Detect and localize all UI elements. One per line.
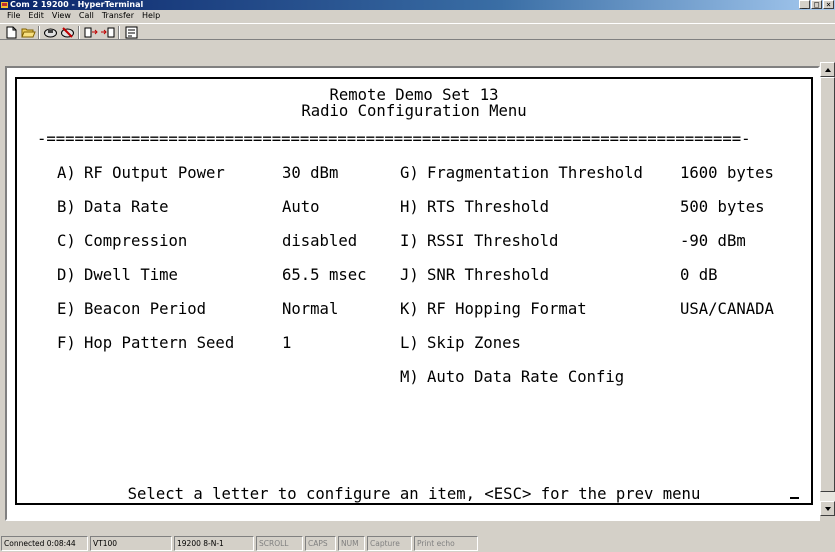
option-m-key: M) xyxy=(400,368,419,386)
num-indicator: NUM xyxy=(338,536,365,551)
option-g-label: Fragmentation Threshold xyxy=(427,164,643,182)
option-l-key: L) xyxy=(400,334,419,352)
option-g-key: G) xyxy=(400,164,419,182)
menu-box: Remote Demo Set 13 Radio Configuration M… xyxy=(15,77,813,505)
option-k-label: RF Hopping Format xyxy=(427,300,587,318)
option-j-label: SNR Threshold xyxy=(427,266,550,284)
scrollbar-thumb[interactable] xyxy=(820,77,835,492)
disconnect-phone-icon[interactable] xyxy=(60,26,75,39)
option-j-key: J) xyxy=(400,266,419,284)
option-f-label: Hop Pattern Seed xyxy=(84,334,235,352)
scroll-indicator: SCROLL xyxy=(256,536,303,551)
option-a-key: A) xyxy=(57,164,76,182)
capture-indicator: Capture xyxy=(367,536,412,551)
option-c-key: C) xyxy=(57,232,76,250)
menu-bar: File Edit View Call Transfer Help xyxy=(0,10,835,22)
option-i-value: -90 dBm xyxy=(680,232,746,250)
option-b-value: Auto xyxy=(282,198,320,216)
receive-file-icon[interactable] xyxy=(100,26,115,39)
toolbar-separator xyxy=(118,26,120,39)
caps-indicator: CAPS xyxy=(305,536,336,551)
option-h-key: H) xyxy=(400,198,419,216)
menu-title: Radio Configuration Menu xyxy=(301,102,527,120)
connect-phone-icon[interactable] xyxy=(43,26,58,39)
menu-view[interactable]: View xyxy=(48,10,75,22)
option-c-label: Compression xyxy=(84,232,188,250)
new-document-icon[interactable] xyxy=(4,26,19,39)
prompt-message: Select a letter to configure an item, <E… xyxy=(127,485,701,503)
option-a-value: 30 dBm xyxy=(282,164,339,182)
scroll-down-button[interactable] xyxy=(820,501,835,516)
option-a-label: RF Output Power xyxy=(84,164,225,182)
option-e-value: Normal xyxy=(282,300,339,318)
menu-transfer[interactable]: Transfer xyxy=(98,10,138,22)
vertical-scrollbar[interactable] xyxy=(820,62,835,516)
terminal-screen[interactable]: Remote Demo Set 13 Radio Configuration M… xyxy=(5,66,820,521)
option-c-value: disabled xyxy=(282,232,358,250)
option-e-label: Beacon Period xyxy=(84,300,207,318)
minimize-button[interactable]: _ xyxy=(799,0,810,9)
window-title: Com 2 19200 - HyperTerminal xyxy=(10,0,144,9)
print-echo-indicator: Print echo xyxy=(414,536,478,551)
option-m-label: Auto Data Rate Config xyxy=(427,368,625,386)
menu-edit[interactable]: Edit xyxy=(24,10,48,22)
open-folder-icon[interactable] xyxy=(21,26,36,39)
maximize-button[interactable]: □ xyxy=(811,0,822,9)
option-h-label: RTS Threshold xyxy=(427,198,550,216)
send-file-icon[interactable] xyxy=(84,26,99,39)
status-bar: Connected 0:08:44 VT100 19200 8-N-1 SCRO… xyxy=(0,535,835,552)
menu-help[interactable]: Help xyxy=(138,10,164,22)
option-g-value: 1600 bytes xyxy=(680,164,774,182)
close-button[interactable]: × xyxy=(823,0,834,9)
option-i-key: I) xyxy=(400,232,419,250)
title-bar[interactable]: Com 2 19200 - HyperTerminal _ □ × xyxy=(0,0,835,10)
option-d-value: 65.5 msec xyxy=(282,266,367,284)
menu-file[interactable]: File xyxy=(3,10,24,22)
option-b-label: Data Rate xyxy=(84,198,169,216)
toolbar xyxy=(0,23,835,40)
option-e-key: E) xyxy=(57,300,76,318)
text-cursor xyxy=(790,497,799,499)
scroll-up-button[interactable] xyxy=(820,62,835,77)
option-l-label: Skip Zones xyxy=(427,334,521,352)
device-name: Remote Demo Set 13 xyxy=(329,86,499,104)
option-d-key: D) xyxy=(57,266,76,284)
menu-call[interactable]: Call xyxy=(75,10,98,22)
option-k-key: K) xyxy=(400,300,419,318)
option-f-value: 1 xyxy=(282,334,292,352)
arrow-down-icon xyxy=(825,507,831,511)
menu-divider: -=======================================… xyxy=(37,131,751,147)
connection-time: Connected 0:08:44 xyxy=(1,536,88,551)
toolbar-separator xyxy=(78,26,80,39)
toolbar-separator xyxy=(38,26,40,39)
arrow-up-icon xyxy=(825,68,831,72)
properties-icon[interactable] xyxy=(124,26,139,39)
window-controls: _ □ × xyxy=(799,0,834,10)
hyperterminal-app-icon[interactable] xyxy=(1,1,9,9)
option-j-value: 0 dB xyxy=(680,266,718,284)
option-k-value: USA/CANADA xyxy=(680,300,774,318)
terminal-frame: Remote Demo Set 13 Radio Configuration M… xyxy=(0,62,835,521)
option-h-value: 500 bytes xyxy=(680,198,765,216)
option-f-key: F) xyxy=(57,334,76,352)
option-d-label: Dwell Time xyxy=(84,266,178,284)
option-b-key: B) xyxy=(57,198,76,216)
port-settings: 19200 8-N-1 xyxy=(174,536,254,551)
option-i-label: RSSI Threshold xyxy=(427,232,559,250)
emulation-type: VT100 xyxy=(90,536,172,551)
